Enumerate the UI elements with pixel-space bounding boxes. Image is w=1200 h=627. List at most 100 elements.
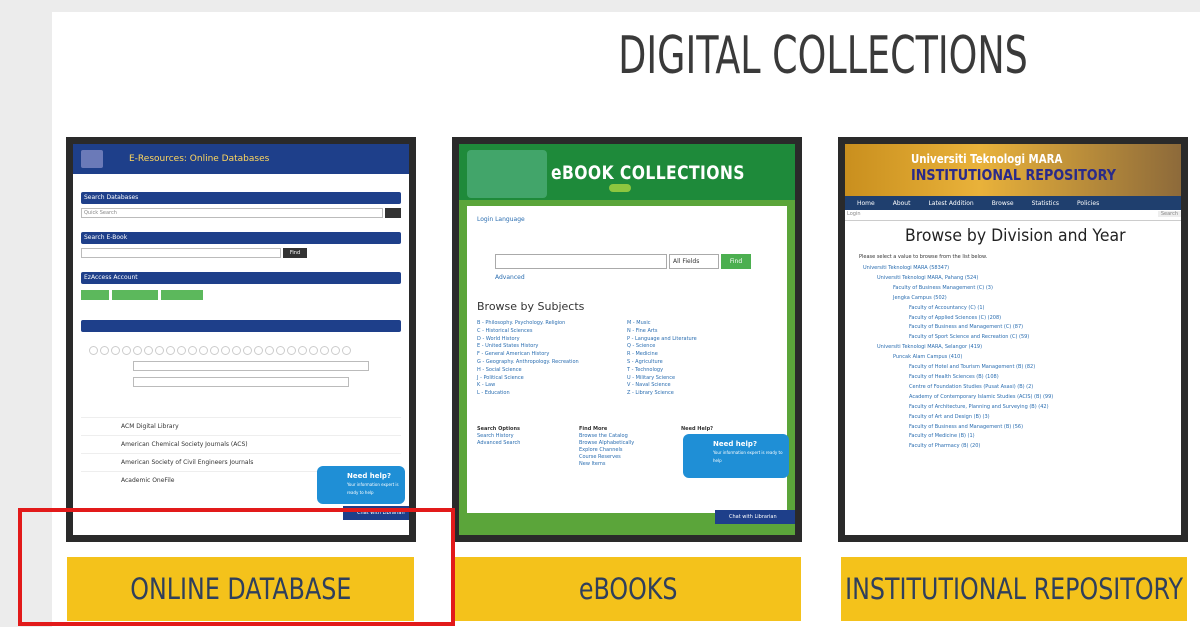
login-link: Login: [847, 211, 861, 217]
list-item: G - Geography. Anthropology. Recreation: [477, 358, 579, 365]
subject-select: [133, 377, 349, 387]
list-item: Faculty of Hotel and Tourism Management …: [909, 364, 1036, 371]
list-item: F - General American History: [477, 351, 550, 358]
search-ebook-label: Search E-Book: [81, 232, 401, 244]
login-link: Login Language: [477, 216, 525, 223]
list-item: Q - Science: [627, 343, 656, 350]
list-item: Universiti Teknologi MARA, Pahang (524): [877, 274, 979, 281]
list-item: Faculty of Sport Science and Recreation …: [909, 334, 1030, 341]
list-item: Centre of Foundation Studies (Pusat Asas…: [909, 383, 1034, 390]
all-fields-select: All Fields: [669, 254, 719, 269]
list-item: M - Music: [627, 320, 651, 326]
ebook-find-button: Find: [283, 248, 307, 258]
list-item: Jengka Campus (502): [893, 294, 947, 301]
nav-browse: Browse: [991, 199, 1014, 207]
preview-header-title: E-Resources: Online Databases: [129, 154, 270, 164]
institutional-repository-thumbnail[interactable]: Universiti Teknologi MARA INSTITUTIONAL …: [838, 137, 1188, 542]
online-database-thumbnail[interactable]: E-Resources: Online Databases Search Dat…: [66, 137, 416, 542]
list-item: Universiti Teknologi MARA, Selangor (419…: [877, 344, 983, 351]
alphabet-filter: [89, 346, 393, 355]
list-item: J - Political Science: [477, 374, 524, 381]
repository-banner: Universiti Teknologi MARA INSTITUTIONAL …: [845, 144, 1181, 196]
search-databases-label: Search Databases: [81, 192, 401, 204]
list-item: Faculty of Business and Management (C) (…: [909, 324, 1024, 331]
list-item: D - World History: [477, 335, 520, 342]
preview-header: E-Resources: Online Databases: [73, 144, 409, 174]
red-highlight-box: [18, 508, 455, 626]
quick-search-input: Quick Search: [81, 208, 383, 218]
subjects-right-column: M - Music N - Fine Arts P - Language and…: [627, 320, 697, 398]
search-options-title: Search Options: [477, 426, 521, 432]
list-item: Z - Library Science: [627, 390, 674, 397]
need-help-title: Need Help?: [681, 426, 714, 432]
ebooks-thumbnail[interactable]: eBOOK COLLECTIONS Login Language All Fie…: [452, 137, 802, 542]
find-button: Find: [721, 254, 751, 269]
ebooks-button[interactable]: eBOOKS: [455, 557, 801, 621]
list-item: H - Social Science: [477, 366, 522, 373]
uitm-logo-icon: [81, 150, 103, 168]
list-item: Advanced Search: [477, 440, 521, 446]
institutional-repository-button[interactable]: INSTITUTIONAL REPOSITORY: [841, 557, 1187, 621]
list-item: Faculty of Architecture, Planning and Su…: [909, 403, 1049, 410]
page-title: DIGITAL COLLECTIONS: [618, 26, 1028, 86]
list-item: B - Philosophy. Psychology. Religion: [477, 320, 566, 326]
online-database-preview: E-Resources: Online Databases Search Dat…: [73, 144, 409, 535]
subjects-left-column: B - Philosophy. Psychology. Religion C -…: [477, 320, 579, 398]
chat-title: Need help?: [347, 472, 392, 480]
list-item: R - Medicine: [627, 351, 658, 358]
database-type-select: [133, 361, 369, 371]
list-item: Faculty of Art and Design (B) (3): [909, 413, 990, 420]
nav-about: About: [892, 199, 911, 207]
need-help-widget: Need help? Your information expert is re…: [317, 466, 405, 504]
list-item: Faculty of Business and Management (B) (…: [909, 423, 1024, 430]
nav-statistics: Statistics: [1031, 199, 1059, 207]
list-item: C - Historical Sciences: [477, 327, 533, 334]
list-item: Faculty of Business Management (C) (3): [893, 284, 993, 291]
need-help-widget: Need help? Your information expert is re…: [683, 434, 789, 478]
nav-latest: Latest Addition: [928, 199, 974, 207]
nav-policies: Policies: [1077, 199, 1100, 207]
repository-preview: Universiti Teknologi MARA INSTITUTIONAL …: [845, 144, 1181, 535]
list-item: Faculty of Health Sciences (B) (108): [909, 373, 999, 380]
browse-intro: Please select a value to browse from the…: [859, 254, 988, 260]
list-item: N - Fine Arts: [627, 327, 658, 334]
list-item: Faculty of Pharmacy (B) (20): [909, 443, 981, 450]
list-item: P - Language and Literature: [627, 335, 697, 342]
list-item: Academy of Contemporary Islamic Studies …: [909, 393, 1054, 400]
green-button: [112, 290, 158, 300]
find-more-title: Find More: [579, 426, 608, 432]
ebooks-label: eBOOKS: [578, 572, 678, 606]
search-options-footer: Search Options Search History Advanced S…: [477, 426, 520, 447]
list-item: Universiti Teknologi MARA (58347): [863, 265, 950, 271]
list-item: Browse Alphabetically: [579, 440, 635, 446]
chat-with-librarian-bar: Chat with Librarian: [715, 510, 795, 524]
list-item: Browse the Catalog: [579, 433, 628, 439]
ebook-body: Login Language All Fields Find Advanced …: [459, 206, 795, 535]
banner-tag: [609, 184, 631, 192]
list-item: Puncak Alam Campus (410): [893, 354, 963, 361]
division-tree: Universiti Teknologi MARA (58347) Univer…: [859, 264, 1053, 452]
ebook-banner-title: eBOOK COLLECTIONS: [551, 162, 745, 184]
browse-division-heading: Browse by Division and Year: [905, 226, 1126, 246]
browse-subjects-heading: Browse by Subjects: [477, 300, 585, 313]
list-item: Search History: [477, 433, 514, 439]
quick-search-button: [385, 208, 401, 218]
green-button: [81, 290, 109, 300]
list-item: S - Agriculture: [627, 358, 663, 365]
list-item: K - Law: [477, 382, 496, 389]
green-button: [161, 290, 203, 300]
list-item: U - Military Science: [627, 374, 676, 381]
list-item: Faculty of Applied Sciences (C) (208): [909, 314, 1002, 321]
banner-university-name: Universiti Teknologi MARA: [911, 152, 1063, 166]
list-item: Course Reserves: [579, 454, 621, 460]
chat-subtitle: Your information expert is ready to help: [713, 450, 783, 463]
list-item: Faculty of Accountancy (C) (1): [909, 304, 985, 311]
list-item: E - United States History: [477, 343, 539, 350]
list-item: Explore Channels: [579, 447, 623, 453]
institutional-repository-label: INSTITUTIONAL REPOSITORY: [845, 572, 1183, 606]
chat-subtitle: Your information expert is ready to help: [347, 482, 399, 495]
list-item: ACM Digital Library: [81, 417, 401, 435]
list-item: V - Naval Science: [627, 382, 671, 389]
find-more-footer: Find More Browse the Catalog Browse Alph…: [579, 426, 634, 468]
ebook-search-input: [81, 248, 281, 258]
